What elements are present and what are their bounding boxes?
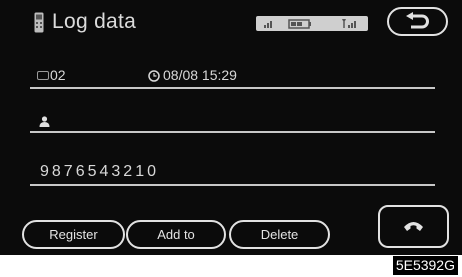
status-indicators <box>256 16 368 31</box>
person-icon <box>39 116 50 127</box>
signal-icon <box>264 21 272 28</box>
call-datetime: 08/08 15:29 <box>163 67 237 83</box>
back-button[interactable] <box>387 7 448 36</box>
antenna-icon <box>342 19 356 28</box>
page-title: Log data <box>52 10 137 33</box>
log-data-screen: Log data 02 08/08 15:29 9876543210 Regis… <box>0 0 462 255</box>
clock-icon <box>148 70 160 82</box>
delete-button[interactable]: Delete <box>229 220 330 249</box>
call-handset-icon <box>404 222 423 231</box>
separator-line <box>30 87 435 89</box>
register-button[interactable]: Register <box>22 220 125 249</box>
return-arrow-icon <box>406 12 429 29</box>
phone-number: 9876543210 <box>40 163 159 180</box>
phone-line-icon <box>37 71 49 80</box>
line-number: 02 <box>50 67 66 83</box>
separator-line <box>30 184 435 186</box>
image-code: 5E5392G <box>392 256 458 275</box>
add-to-button[interactable]: Add to <box>126 220 226 249</box>
phone-handset-icon <box>34 12 44 33</box>
call-button[interactable] <box>378 205 449 248</box>
battery-icon <box>288 19 311 29</box>
separator-line <box>30 131 435 133</box>
